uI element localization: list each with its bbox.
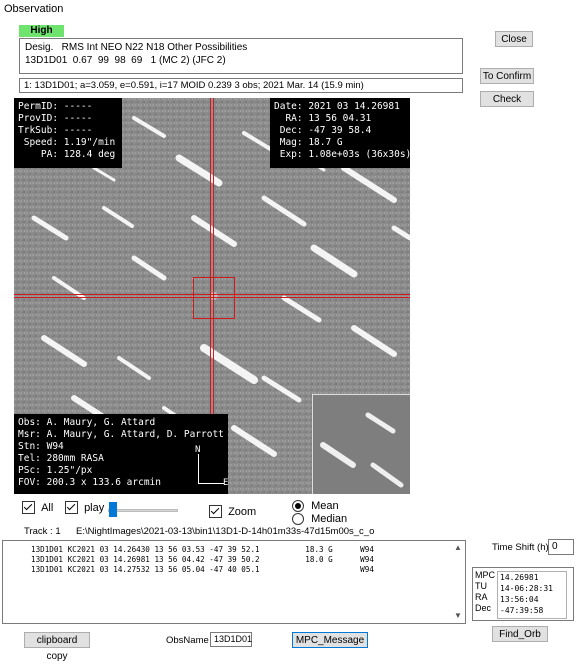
track-path: E:\NightImages\2021-03-13\bin1\13D1-D-14…	[76, 526, 375, 537]
tu-value: 14-06:28:31	[500, 584, 553, 593]
all-checkbox-group[interactable]: All	[22, 501, 53, 514]
time-shift-label: Time Shift (h)	[492, 542, 549, 553]
ra-label: RA	[475, 592, 488, 602]
close-button[interactable]: Close	[495, 31, 533, 47]
all-label: All	[41, 501, 54, 514]
play-speed-slider-track[interactable]	[108, 509, 178, 512]
dec-value: -47:39:58	[500, 606, 544, 615]
observation-list[interactable]: 13D1D01 KC2021 03 14.26430 13 56 03.53 -…	[2, 540, 466, 624]
mpc-label: MPC	[475, 570, 495, 580]
play-checkbox-group[interactable]: play	[65, 501, 104, 514]
time-shift-input[interactable]: 0	[548, 539, 574, 555]
clipboard-copy-button[interactable]: clipboard copy	[24, 632, 90, 662]
observation-line-3[interactable]: 13D1D01 KC2021 03 14.27532 13 56 05.04 -…	[31, 565, 374, 574]
scroll-down-icon[interactable]: ▼	[453, 611, 463, 621]
observation-image[interactable]: PermID: ----- ProvID: ----- TrkSub: ----…	[14, 98, 410, 494]
mean-radio[interactable]	[292, 500, 304, 513]
ra-value: 13:56:04	[500, 595, 539, 604]
title-bar: Observation	[0, 0, 580, 20]
play-checkbox[interactable]	[65, 501, 78, 514]
obsname-input[interactable]: 13D1D01	[210, 632, 252, 647]
position-overlay: Date: 2021 03 14.26981 RA: 13 56 04.31 D…	[270, 98, 410, 168]
priority-badge: High	[19, 25, 64, 37]
mean-radio-group[interactable]: Mean	[292, 500, 339, 513]
compass-rose: N E	[192, 445, 232, 492]
dec-label: Dec	[475, 603, 492, 613]
id-overlay: PermID: ----- ProvID: ----- TrkSub: ----…	[14, 98, 122, 168]
mpc-labels: MPC TU RA Dec	[475, 570, 495, 614]
window-title: Observation	[4, 3, 64, 15]
check-button[interactable]: Check	[480, 91, 534, 107]
target-box	[193, 277, 235, 319]
designation-header: Desig. RMS Int NEO N22 N18 Other Possibi…	[25, 42, 248, 53]
mpc-message-button[interactable]: MPC_Message	[292, 632, 368, 648]
all-checkbox[interactable]	[22, 501, 35, 514]
tu-label: TU	[475, 581, 487, 591]
designation-box: Desig. RMS Int NEO N22 N18 Other Possibi…	[19, 38, 463, 74]
designation-values: 13D1D01 0.67 99 98 69 1 (MC 2) (JFC 2)	[25, 55, 226, 66]
compass-east: E	[223, 478, 229, 488]
median-radio-group[interactable]: Median	[292, 513, 348, 526]
play-speed-slider-thumb[interactable]	[109, 502, 117, 517]
obsname-label: ObsName	[166, 635, 209, 646]
mean-label: Mean	[311, 500, 339, 513]
play-label: play	[84, 501, 105, 514]
median-radio[interactable]	[292, 513, 304, 526]
zoom-checkbox[interactable]	[209, 505, 222, 518]
mpc-values: 14.26981 14-06:28:31 13:56:04 -47:39:58	[497, 571, 567, 619]
median-label: Median	[311, 513, 348, 526]
to-confirm-button[interactable]: To Confirm	[480, 68, 534, 84]
zoom-inset-image	[313, 395, 410, 494]
observation-line-1[interactable]: 13D1D01 KC2021 03 14.26430 13 56 03.53 -…	[31, 545, 374, 554]
compass-north: N	[195, 445, 201, 455]
scroll-up-icon[interactable]: ▲	[453, 543, 463, 553]
zoom-checkbox-group[interactable]: Zoom	[209, 505, 256, 518]
orbit-summary: 1: 13D1D01; a=3.059, e=0.591, i=17 MOID …	[19, 78, 463, 93]
zoom-inset	[312, 394, 410, 494]
mpc-value: 14.26981	[500, 573, 539, 582]
find-orb-button[interactable]: Find_Orb	[492, 626, 548, 642]
zoom-label: Zoom	[228, 505, 257, 518]
mpc-position-box: MPC TU RA Dec 14.26981 14-06:28:31 13:56…	[472, 567, 574, 621]
track-label: Track : 1	[24, 526, 61, 537]
observation-line-2[interactable]: 13D1D01 KC2021 03 14.26981 13 56 04.42 -…	[31, 555, 374, 564]
